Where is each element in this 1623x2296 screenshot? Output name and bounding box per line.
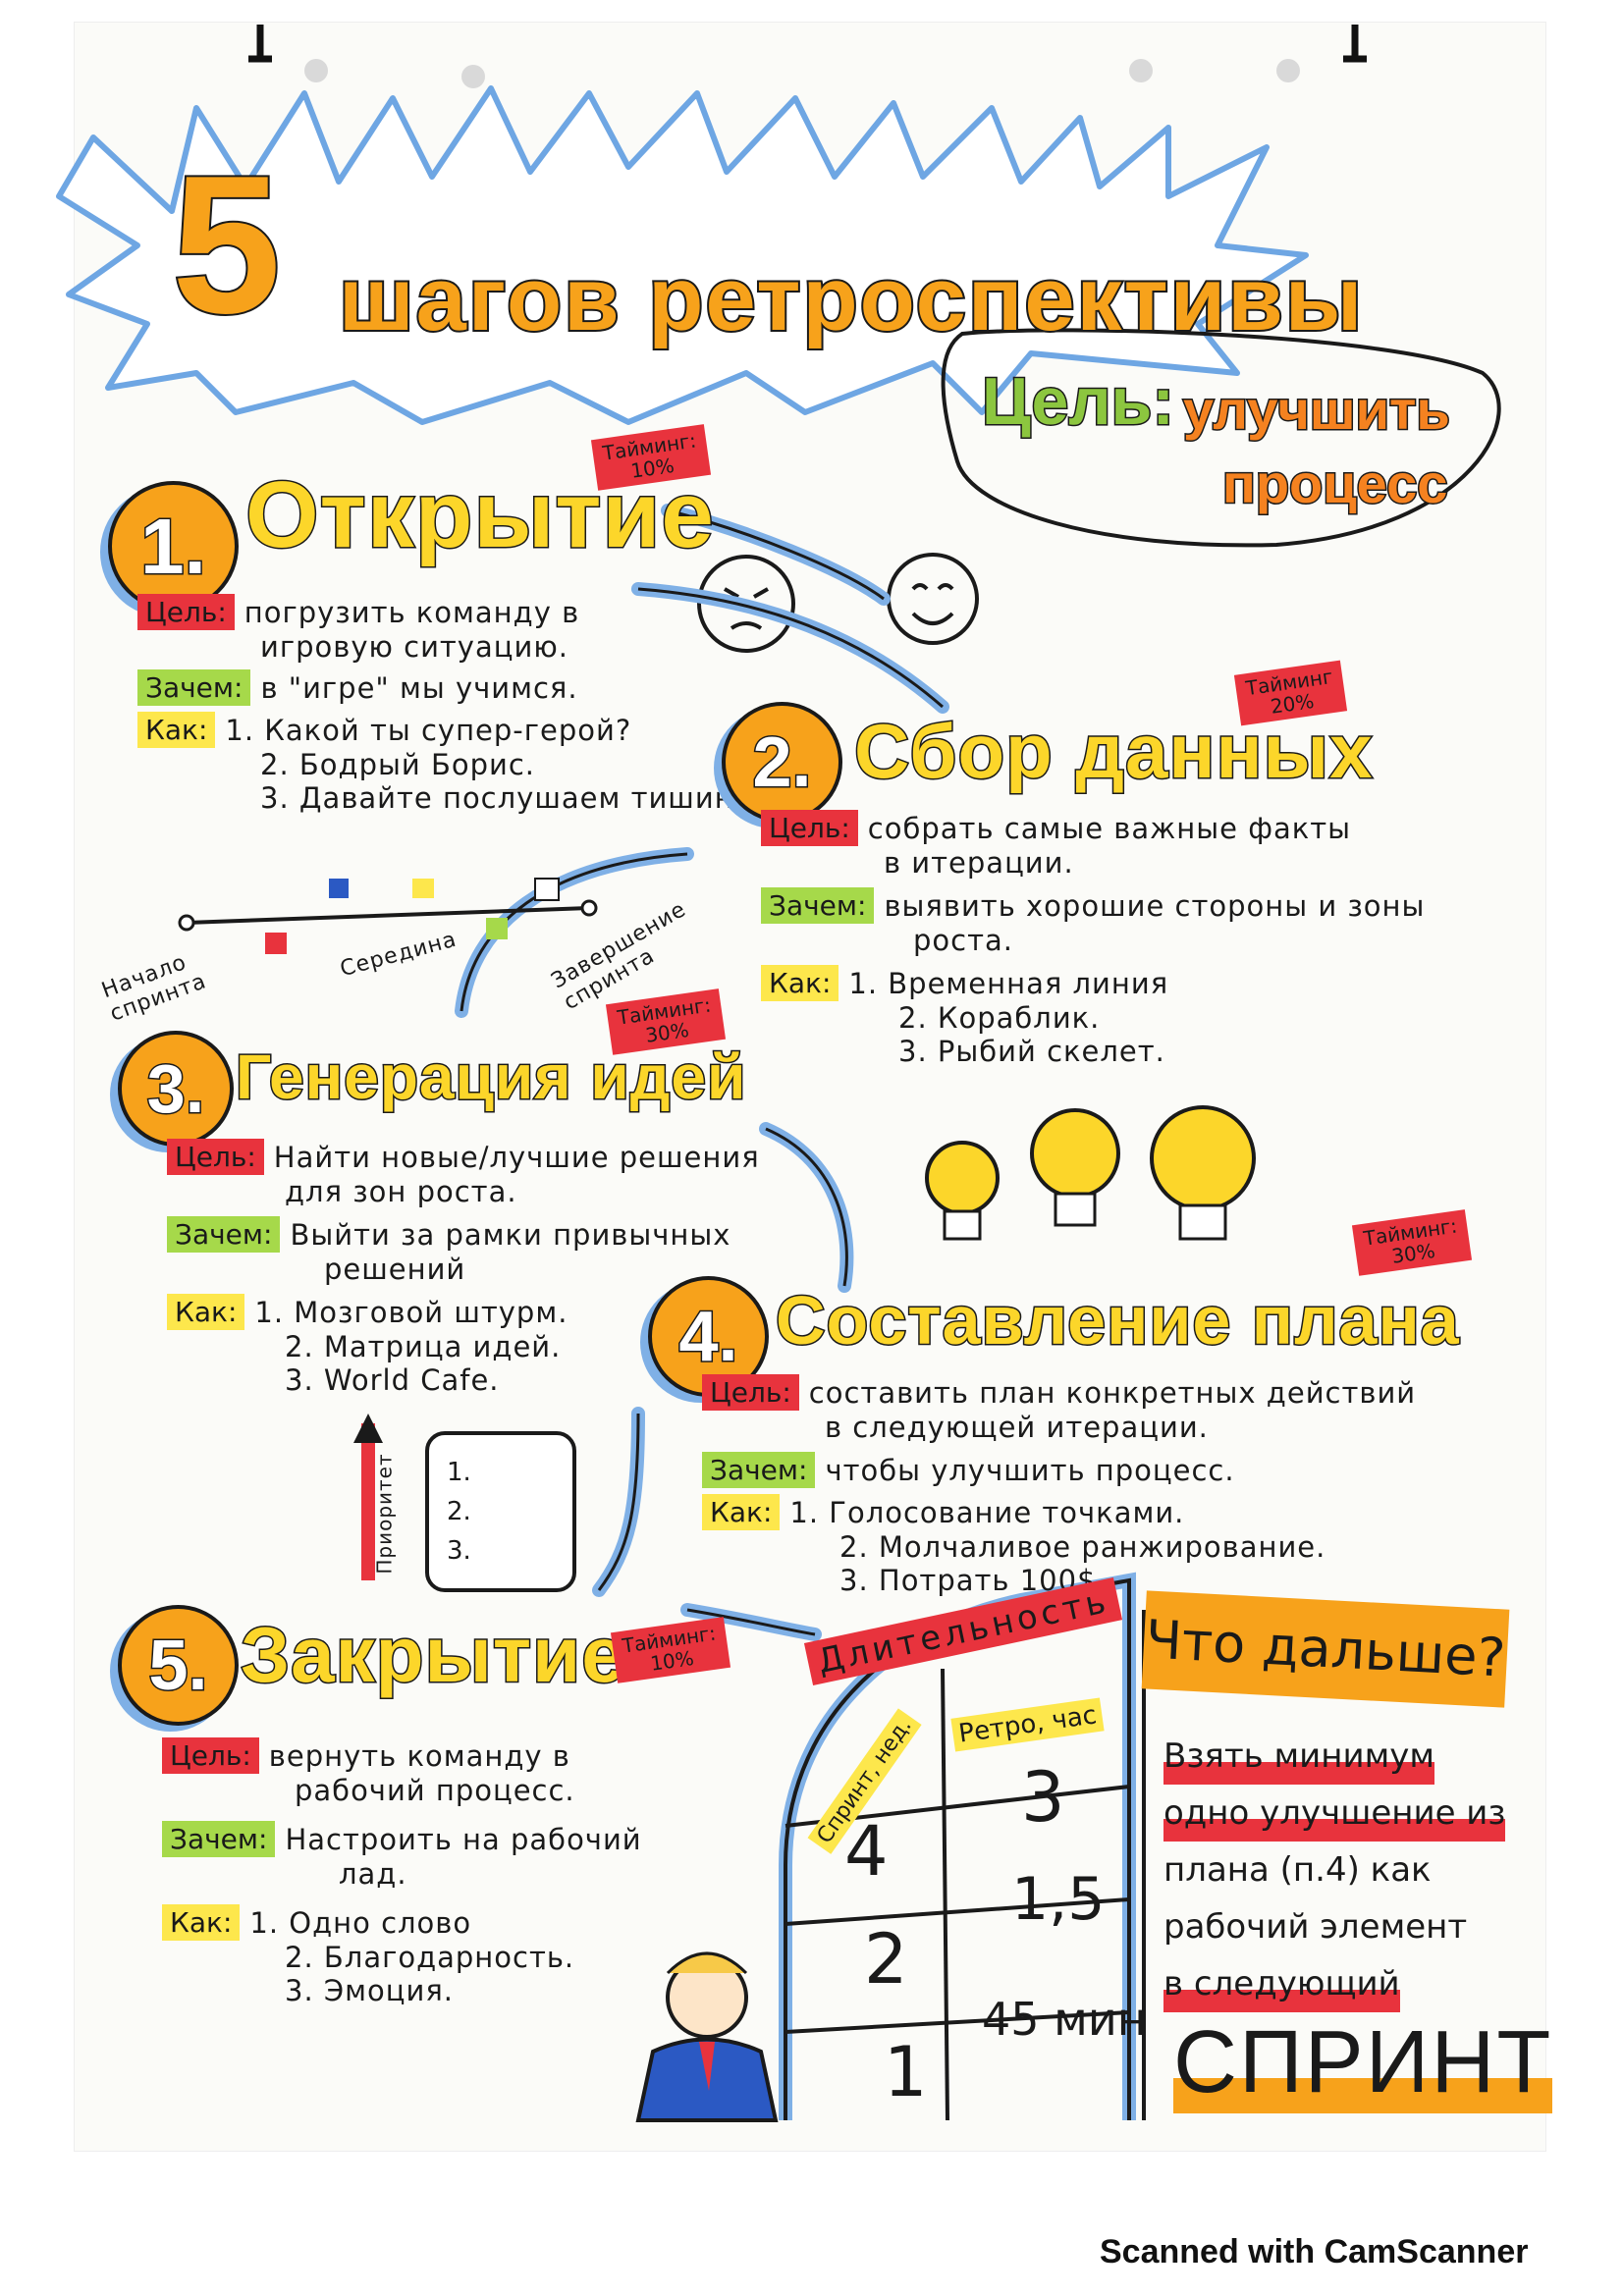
step-5-title: Закрытие: [240, 1610, 627, 1700]
why-text: лад.: [339, 1857, 407, 1891]
whats-next-line: плана (п.4) как: [1163, 1850, 1432, 1890]
how-item: 3. Рыбий скелет.: [898, 1035, 1165, 1068]
step-5-number: 5.: [118, 1605, 239, 1726]
why-text: чтобы улучшить процесс.: [825, 1453, 1235, 1487]
goal-text: рабочий процесс.: [295, 1774, 575, 1807]
duration-cell-sprint: 1: [884, 2032, 928, 2112]
step-2-body: Цель: собрать самые важные факты в итера…: [761, 810, 1425, 1068]
whats-next-line: Взять минимум: [1163, 1728, 1435, 1785]
page-title: шагов ретроспективы: [337, 248, 1365, 350]
why-text: Настроить на рабочий: [285, 1822, 642, 1856]
how-item: 2. Благодарность.: [285, 1941, 575, 1974]
how-label: Как:: [162, 1904, 241, 1941]
duration-cell-sprint: 4: [844, 1811, 889, 1892]
goal-label: Цель:: [761, 810, 858, 846]
step-1-number: 1.: [108, 481, 239, 612]
main-goal-line2: процесс: [1220, 452, 1448, 516]
how-item: 1. Мозговой штурм.: [254, 1295, 568, 1329]
how-item: 2. Бодрый Борис.: [260, 748, 536, 781]
step-4-title: Составление плана: [775, 1281, 1461, 1361]
how-item: 3. Эмоция.: [285, 1974, 455, 2007]
goal-label: Цель:: [702, 1374, 799, 1411]
goal-text: для зон роста.: [285, 1175, 517, 1208]
lightbulb-icon: [1030, 1108, 1120, 1227]
businessman-icon: [635, 1951, 779, 2122]
step-2-number: 2.: [722, 702, 842, 823]
why-text: роста.: [913, 924, 1013, 957]
how-label: Как:: [761, 965, 839, 1001]
how-item: 3. Потрать 100$.: [839, 1564, 1107, 1597]
goal-text: игровую ситуацию.: [260, 630, 568, 664]
priority-item: 1.: [447, 1458, 471, 1487]
priority-label: Приоритет: [372, 1453, 397, 1575]
goal-text: в следующей итерации.: [825, 1411, 1209, 1444]
whats-next-line: рабочий элемент: [1163, 1907, 1468, 1947]
how-item: 2. Кораблик.: [898, 1001, 1101, 1035]
goal-text: составить план конкретных действий: [808, 1375, 1417, 1410]
why-text: Выйти за рамки привычных: [290, 1217, 731, 1252]
whats-next-list: Взять минимум одно улучшение из плана (п…: [1163, 1728, 1506, 2012]
title-number: 5: [170, 135, 283, 354]
step-5-body: Цель: вернуть команду в рабочий процесс.…: [162, 1737, 642, 2007]
happy-face-icon: [887, 553, 979, 645]
why-label: Зачем:: [137, 669, 251, 706]
how-label: Как:: [702, 1494, 781, 1530]
why-label: Зачем:: [702, 1452, 816, 1488]
how-item: 1. Временная линия: [848, 966, 1169, 1000]
scanner-watermark: Scanned with CamScanner: [1100, 2233, 1529, 2270]
why-label: Зачем:: [162, 1821, 276, 1857]
whats-next-line: в следующий: [1163, 1955, 1400, 2012]
whats-next-big: СПРИНТ: [1173, 2012, 1553, 2113]
priority-list: 1. 2. 3.: [447, 1453, 471, 1571]
main-goal-line1: улучшить: [1182, 378, 1452, 443]
priority-item: 2.: [447, 1497, 471, 1526]
why-text: выявить хорошие стороны и зоны: [884, 888, 1426, 923]
how-item: 2. Молчаливое ранжирование.: [839, 1530, 1326, 1564]
goal-text: в итерации.: [884, 846, 1074, 880]
step-4-body: Цель: составить план конкретных действий…: [702, 1374, 1416, 1597]
why-label: Зачем:: [167, 1216, 281, 1253]
how-item: 1. Одно слово: [249, 1905, 472, 1940]
lightbulb-icon: [925, 1141, 1000, 1241]
goal-label: Цель:: [167, 1139, 264, 1175]
goal-text: вернуть команду в: [268, 1738, 570, 1773]
whats-next-title: Что дальше?: [1141, 1590, 1510, 1708]
priority-item: 3.: [447, 1536, 471, 1566]
lightbulb-icon: [1150, 1105, 1256, 1241]
step-1-body: Цель: погрузить команду в игровую ситуац…: [137, 594, 752, 815]
duration-cell-retro: 45 мин: [982, 1993, 1147, 2046]
why-text: в "игре" мы учимся.: [260, 670, 578, 705]
step-3-number: 3.: [118, 1031, 234, 1147]
how-label: Как:: [167, 1294, 245, 1330]
goal-label: Цель:: [137, 594, 235, 630]
how-item: 3. Давайте послушаем тишину: [260, 781, 752, 815]
goal-text: собрать самые важные факты: [867, 811, 1352, 845]
why-label: Зачем:: [761, 887, 875, 924]
step-3-title: Генерация идей: [234, 1041, 747, 1114]
whats-next-line: одно улучшение из: [1163, 1785, 1506, 1842]
main-goal-label: Цель:: [981, 363, 1176, 441]
goal-text: Найти новые/лучшие решения: [273, 1140, 760, 1174]
how-item: 1. Голосование точками.: [789, 1495, 1185, 1529]
duration-cell-sprint: 2: [864, 1919, 908, 2000]
duration-cell-retro: 1,5: [1011, 1865, 1106, 1934]
goal-label: Цель:: [162, 1737, 259, 1774]
step-2-title: Сбор данных: [853, 707, 1375, 796]
goal-text: погрузить команду в: [243, 595, 580, 629]
how-label: Как:: [137, 712, 216, 748]
how-item: 1. Какой ты супер-герой?: [225, 713, 632, 747]
duration-cell-retro: 3: [1021, 1757, 1065, 1838]
